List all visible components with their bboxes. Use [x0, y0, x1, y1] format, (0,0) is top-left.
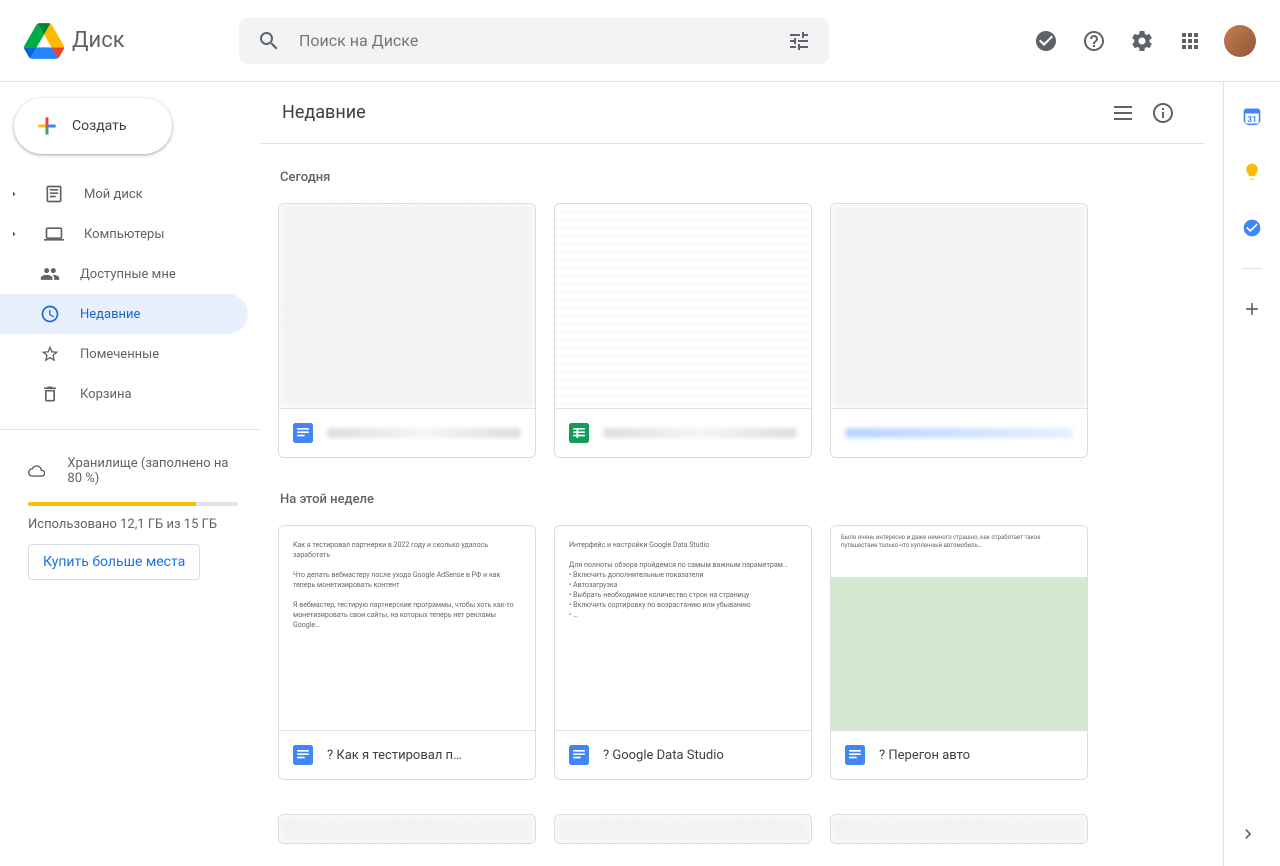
file-name-redacted: [845, 428, 1073, 438]
storage-bar-fill: [28, 502, 196, 506]
file-name: ? Как я тестировал п…: [327, 748, 521, 763]
week-grid: Как я тестировал партнерки в 2022 году и…: [278, 525, 1209, 780]
file-card[interactable]: [830, 814, 1088, 844]
apps-icon[interactable]: [1168, 19, 1212, 63]
cloud-icon: [28, 461, 45, 481]
file-card[interactable]: [554, 203, 812, 458]
search-input[interactable]: [291, 31, 777, 50]
file-name: ? Перегон авто: [879, 748, 1073, 763]
storage-used-text: Использовано 12,1 ГБ из 15 ГБ: [28, 516, 238, 534]
thumbnail: [279, 204, 535, 409]
thumbnail: [831, 204, 1087, 409]
nav-my-drive[interactable]: Мой диск: [0, 174, 248, 214]
file-card[interactable]: [554, 814, 812, 844]
nav-starred[interactable]: Помеченные: [0, 334, 248, 374]
calendar-icon[interactable]: 31: [1234, 98, 1270, 134]
expand-icon[interactable]: [8, 188, 20, 200]
file-card[interactable]: [830, 203, 1088, 458]
trash-icon: [40, 384, 60, 404]
storage-bar: [28, 502, 238, 506]
thumbnail: Интерфейс и настройки Google Data Studio…: [555, 526, 811, 731]
list-view-icon[interactable]: [1103, 93, 1143, 133]
svg-text:31: 31: [1247, 115, 1257, 125]
add-icon[interactable]: [1234, 291, 1270, 327]
docs-icon: [293, 745, 313, 765]
settings-icon[interactable]: [1120, 19, 1164, 63]
docs-icon: [569, 745, 589, 765]
sheets-icon: [569, 423, 589, 443]
thumbnail: [555, 204, 811, 409]
tune-icon[interactable]: [777, 19, 821, 63]
storage-section: Хранилище (заполнено на 80 %) Использова…: [0, 456, 260, 580]
ready-offline-icon[interactable]: [1024, 19, 1068, 63]
create-button[interactable]: Создать: [14, 98, 172, 154]
tasks-icon[interactable]: [1234, 210, 1270, 246]
file-name: ? Google Data Studio: [603, 748, 797, 763]
search-bar[interactable]: [239, 18, 829, 64]
section-this-week: На этой неделе: [280, 492, 1209, 507]
thumbnail: Как я тестировал партнерки в 2022 году и…: [279, 526, 535, 731]
nav-shared[interactable]: Доступные мне: [0, 254, 248, 294]
docs-icon: [845, 745, 865, 765]
help-icon[interactable]: [1072, 19, 1116, 63]
clock-icon: [40, 304, 60, 324]
section-today: Сегодня: [280, 170, 1209, 185]
rail-divider: [1242, 268, 1262, 269]
keep-icon[interactable]: [1234, 154, 1270, 190]
side-rail: 31: [1224, 82, 1280, 866]
sidebar: Создать Мой диск Компьютеры Доступные мн…: [0, 82, 260, 866]
info-icon[interactable]: [1143, 93, 1183, 133]
chevron-right-icon[interactable]: [1230, 816, 1266, 852]
drive-icon: [44, 184, 64, 204]
nav-recent[interactable]: Недавние: [0, 294, 248, 334]
main-header: Недавние: [260, 82, 1205, 144]
people-icon: [40, 264, 60, 284]
page-title: Недавние: [282, 102, 1103, 123]
computer-icon: [44, 224, 64, 244]
file-card[interactable]: Интерфейс и настройки Google Data Studio…: [554, 525, 812, 780]
thumbnail: Было очень интересно и даже немного стра…: [831, 526, 1087, 731]
header-actions: [1024, 19, 1256, 63]
today-grid: [278, 203, 1209, 458]
more-grid: [278, 814, 1209, 844]
storage-heading[interactable]: Хранилище (заполнено на 80 %): [28, 456, 238, 486]
header: Диск: [0, 0, 1280, 82]
drive-logo-icon: [24, 21, 64, 61]
logo-text: Диск: [72, 28, 125, 53]
file-card[interactable]: [278, 814, 536, 844]
file-name-redacted: [603, 428, 797, 438]
nav-trash[interactable]: Корзина: [0, 374, 248, 414]
file-name-redacted: [327, 428, 521, 438]
nav: Мой диск Компьютеры Доступные мне Недавн…: [0, 174, 260, 414]
file-grid-container: Сегодня: [260, 144, 1223, 866]
nav-computers[interactable]: Компьютеры: [0, 214, 248, 254]
star-icon: [40, 344, 60, 364]
file-card[interactable]: [278, 203, 536, 458]
buy-storage-button[interactable]: Купить больше места: [28, 544, 200, 580]
logo[interactable]: Диск: [12, 21, 239, 61]
expand-icon[interactable]: [8, 228, 20, 240]
file-card[interactable]: Было очень интересно и даже немного стра…: [830, 525, 1088, 780]
account-avatar[interactable]: [1224, 25, 1256, 57]
main: Недавние Сегодня: [260, 82, 1224, 866]
plus-icon: [34, 113, 60, 139]
create-label: Создать: [72, 118, 127, 134]
file-card[interactable]: Как я тестировал партнерки в 2022 году и…: [278, 525, 536, 780]
search-icon[interactable]: [247, 19, 291, 63]
docs-icon: [293, 423, 313, 443]
